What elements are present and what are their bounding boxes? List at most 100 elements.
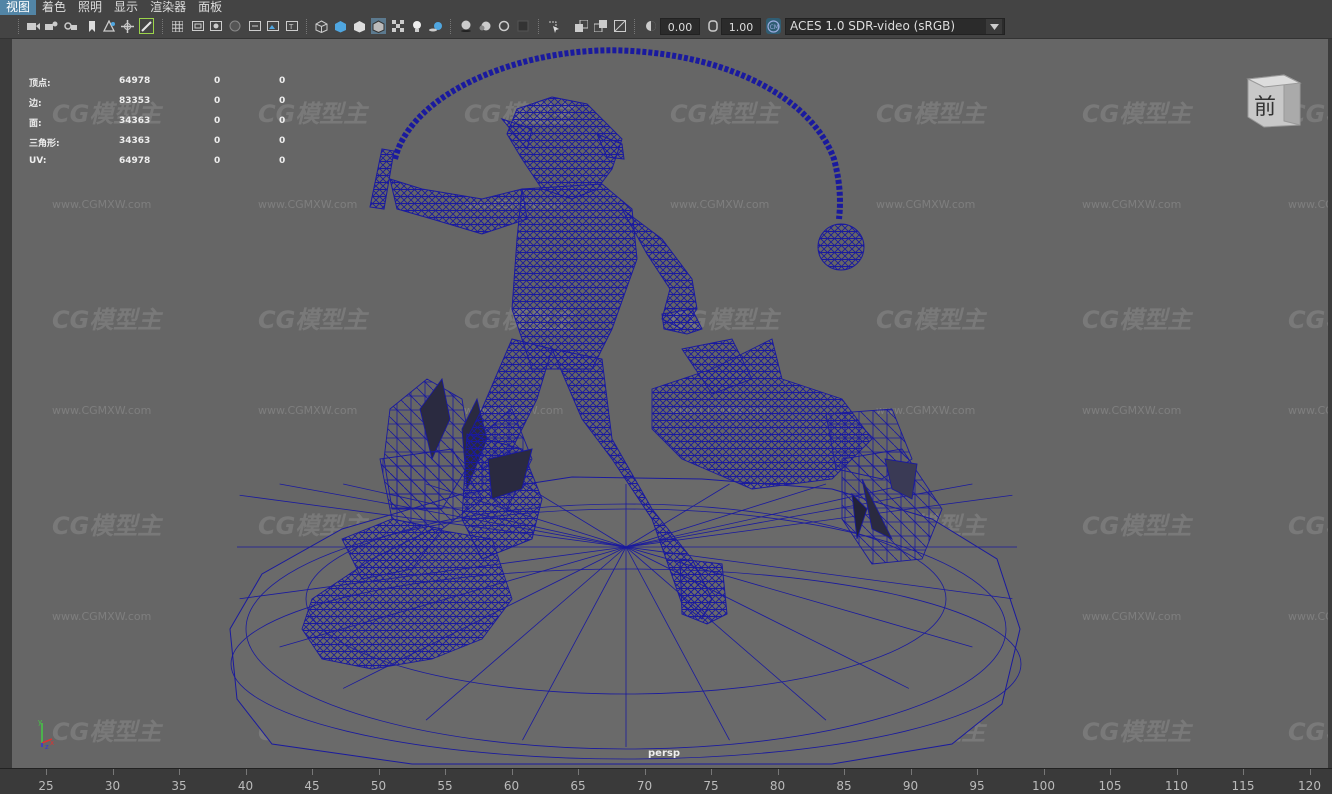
hud-label: UV:	[29, 156, 47, 166]
grease-pencil-icon[interactable]	[139, 18, 154, 34]
hud-selected-uv: 0	[279, 116, 286, 126]
menu-view[interactable]: 视图	[0, 0, 37, 15]
wireframe-icon[interactable]	[314, 18, 329, 34]
exposure-field[interactable]: 0.00	[660, 18, 700, 35]
hud-selected: 0	[214, 116, 221, 126]
timeline-tick-mark	[245, 769, 247, 775]
xray-joints-icon[interactable]	[593, 18, 608, 34]
hud-label: 三角形:	[29, 139, 60, 149]
timeline-tick-label: 60	[503, 779, 520, 793]
exposure-icon[interactable]	[643, 18, 658, 34]
hud-selected: 0	[214, 136, 221, 146]
timeline-tick-label: 110	[1165, 779, 1188, 793]
timeline-tick-label: 45	[304, 779, 320, 793]
hud-selected-uv: 0	[279, 136, 286, 146]
timeline-tick-mark	[910, 769, 912, 775]
svg-text:CM: CM	[770, 24, 779, 31]
timeline-tick-label: 25	[38, 779, 54, 793]
timeline-tick-label: 105	[1098, 779, 1122, 793]
anti-aliasing-icon[interactable]	[496, 18, 511, 34]
timeline-tick-label: 90	[902, 779, 919, 793]
timeline-tick-mark	[46, 769, 47, 775]
hud-selected: 0	[214, 96, 221, 106]
timeline-tick-label: 80	[769, 779, 786, 793]
menu-show[interactable]: 显示	[108, 0, 144, 15]
svg-text:y: y	[38, 718, 42, 726]
safe-title-icon[interactable]: T	[284, 18, 299, 34]
svg-text:x: x	[50, 739, 54, 747]
timeline-tick-mark	[644, 769, 646, 775]
smooth-shade-icon[interactable]	[333, 18, 348, 34]
timeline-tick-mark	[977, 769, 978, 775]
view-transform-value: ACES 1.0 SDR-video (sRGB)	[790, 19, 956, 33]
perspective-viewport[interactable]: CG模型主 www.CGMXW.com CG模型主 www.CGMXW.com CG模型…	[12, 39, 1328, 768]
gamma-field[interactable]: 1.00	[721, 18, 761, 35]
timeline-tick-mark	[378, 769, 380, 775]
select-camera-icon[interactable]	[26, 18, 41, 34]
hud-total: 64978	[119, 156, 151, 166]
depth-of-field-icon[interactable]	[515, 18, 530, 34]
field-chart-icon[interactable]	[247, 18, 262, 34]
menu-renderer[interactable]: 渲染器	[144, 0, 192, 15]
gate-mask-icon[interactable]	[227, 18, 242, 34]
timeline-tick-label: 40	[237, 779, 254, 793]
timeline-tick-mark	[1309, 769, 1311, 775]
timeline-tick-mark	[1110, 769, 1111, 775]
wireframe-model[interactable]	[12, 39, 1328, 768]
bookmark-flag-icon[interactable]	[84, 18, 99, 34]
toolbar-separator	[306, 19, 309, 34]
timeline-tick-label: 65	[570, 779, 586, 793]
resolution-gate-icon[interactable]	[208, 18, 223, 34]
color-management-icon[interactable]: CM	[766, 18, 781, 34]
motion-blur-icon[interactable]	[477, 18, 492, 34]
timeline-tick-label: 115	[1231, 779, 1255, 793]
timeline-tick-mark	[1243, 769, 1244, 775]
wireframe-on-shaded-icon[interactable]	[371, 18, 386, 34]
timeline-tick-mark	[1176, 769, 1178, 775]
timeline-tick-label: 100	[1032, 779, 1055, 793]
hud-selected: 0	[214, 76, 221, 86]
isolate-select-icon[interactable]	[546, 18, 561, 34]
hud-total: 64978	[119, 76, 151, 86]
timeline-tick-label: 95	[969, 779, 985, 793]
view-transform-dropdown[interactable]: ACES 1.0 SDR-video (sRGB)	[785, 18, 1005, 35]
toolbar-separator	[538, 19, 541, 34]
use-all-lights-icon[interactable]	[409, 18, 424, 34]
timeline-tick-label: 75	[703, 779, 719, 793]
bookmarks-icon[interactable]	[63, 18, 78, 34]
timeline-tick-mark	[112, 769, 114, 775]
chevron-down-icon	[986, 19, 1002, 34]
view-cube[interactable]: 前	[1244, 69, 1302, 128]
timeline-tick-mark	[179, 769, 180, 775]
hud-selected-uv: 0	[279, 156, 286, 166]
hud-label: 顶点:	[29, 79, 51, 89]
camera-attributes-icon[interactable]	[44, 18, 59, 34]
screen-space-ao-icon[interactable]	[458, 18, 473, 34]
image-plane-icon[interactable]	[102, 18, 117, 34]
timeline-tick-mark	[445, 769, 446, 775]
viewport-toolbar: T 0.00 1.00 CM ACES 1.0 SDR-video (sRGB)	[0, 15, 1332, 39]
time-slider[interactable]: 25 30 35 40 45 50 55 60 65 70 75 80 85 90 95 100 105 110 1…	[0, 768, 1332, 794]
toolbar-separator	[18, 19, 21, 34]
2d-pan-zoom-icon[interactable]	[120, 18, 135, 34]
gamma-icon[interactable]	[705, 18, 720, 34]
view-axis-icon: y x z	[38, 718, 54, 749]
grid-icon[interactable]	[170, 18, 185, 34]
xray-icon[interactable]	[574, 18, 589, 34]
xray-components-icon[interactable]	[612, 18, 627, 34]
timeline-tick-label: 55	[437, 779, 453, 793]
menu-shading[interactable]: 着色	[36, 0, 72, 15]
camera-name-label: persp	[648, 748, 680, 759]
menu-lighting[interactable]: 照明	[72, 0, 108, 15]
safe-action-icon[interactable]	[265, 18, 280, 34]
hud-total: 83353	[119, 96, 151, 106]
right-panel-border	[1328, 39, 1332, 768]
shadows-icon[interactable]	[428, 18, 443, 34]
hud-total: 34363	[119, 116, 151, 126]
hud-selected-uv: 0	[279, 76, 286, 86]
textured-icon[interactable]	[390, 18, 405, 34]
menu-panels[interactable]: 面板	[192, 0, 228, 15]
svg-text:z: z	[45, 743, 49, 749]
default-material-icon[interactable]	[352, 18, 367, 34]
film-gate-icon[interactable]	[190, 18, 205, 34]
